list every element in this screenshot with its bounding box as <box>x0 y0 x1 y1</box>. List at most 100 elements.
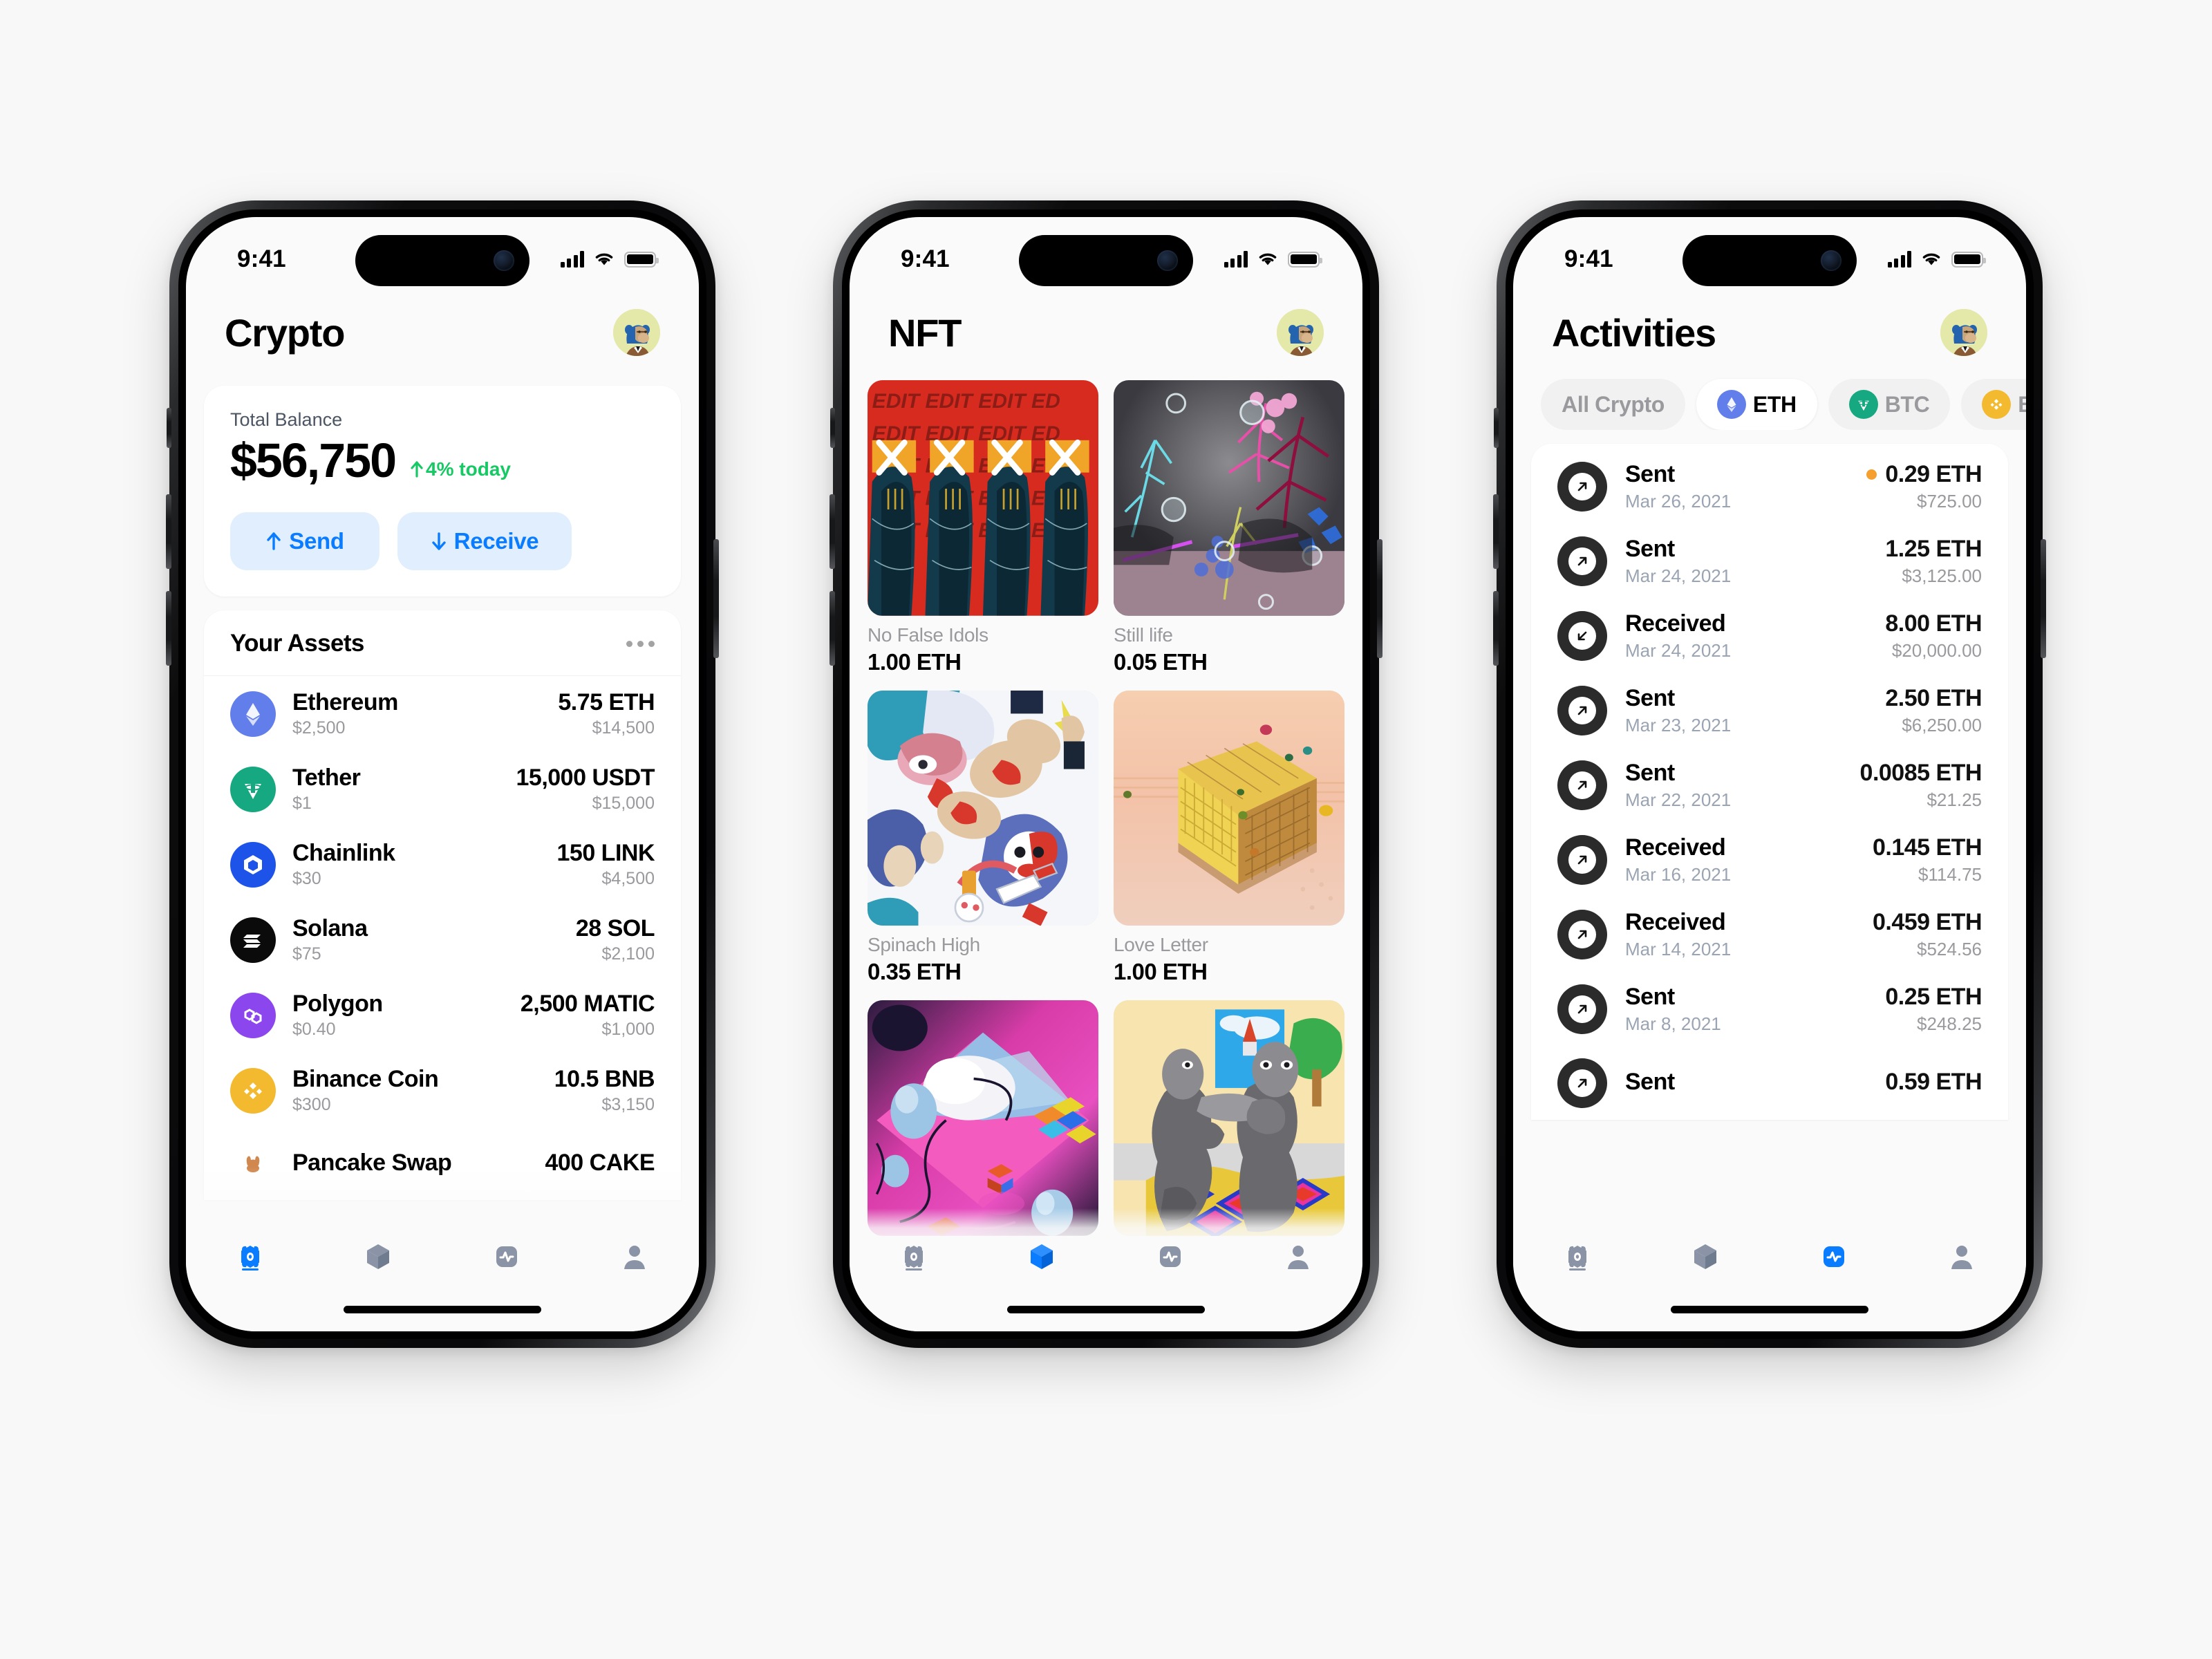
tab-nft[interactable] <box>978 1239 1107 1278</box>
filter-chip-label: BNB <box>2018 391 2026 417</box>
asset-name: Chainlink <box>292 840 395 866</box>
asset-price: $1 <box>292 794 312 813</box>
tab-profile[interactable] <box>1898 1239 2027 1278</box>
cube-nft-icon <box>1024 1239 1060 1278</box>
transaction-row[interactable]: Sent Mar 24, 2021 1.25 ETH $3,125.00 <box>1531 524 2008 599</box>
volume-down-button[interactable] <box>166 591 171 666</box>
transaction-row[interactable]: Received Mar 14, 2021 0.459 ETH $524.56 <box>1531 897 2008 972</box>
nft-price: 0.35 ETH <box>868 959 962 985</box>
filter-chip-bnb[interactable]: BNB <box>1961 379 2026 430</box>
nft-card[interactable]: EDIT EDIT EDIT EDEDIT EDIT EDIT EDEDIT E… <box>868 380 1098 675</box>
nft-title: Spinach High <box>868 934 980 956</box>
transaction-direction-icon <box>1557 611 1607 661</box>
avatar[interactable] <box>1940 309 1987 356</box>
phone-crypto: 9:41 Crypto Total Balance $56,750 4% tod… <box>166 200 719 1348</box>
asset-row[interactable]: Tether $1 15,000 USDT $15,000 <box>204 751 681 827</box>
nft-thumbnail[interactable] <box>868 690 1098 926</box>
home-indicator[interactable] <box>1007 1306 1205 1313</box>
more-horizontal-icon[interactable] <box>626 640 655 647</box>
asset-row[interactable]: Ethereum $2,500 5.75 ETH $14,500 <box>204 676 681 751</box>
transaction-date: Mar 14, 2021 <box>1625 939 1732 959</box>
power-button[interactable] <box>1377 539 1382 658</box>
send-button[interactable]: Send <box>230 512 379 570</box>
link-coin-icon <box>230 841 276 888</box>
filter-chip-all-crypto[interactable]: All Crypto <box>1541 379 1685 430</box>
power-button[interactable] <box>2041 539 2046 658</box>
nft-title: Still life <box>1114 624 1173 646</box>
nft-card[interactable]: Still life 0.05 ETH <box>1114 380 1344 675</box>
tab-activity[interactable] <box>442 1239 571 1278</box>
volume-up-button[interactable] <box>830 494 835 569</box>
wallet-crypto-icon <box>1559 1239 1595 1278</box>
filter-chip-label: BTC <box>1884 391 1930 417</box>
status-clock: 9:41 <box>901 245 950 272</box>
transaction-row[interactable]: Received Mar 16, 2021 0.145 ETH $114.75 <box>1531 823 2008 897</box>
transaction-list: Sent Mar 26, 2021 0.29 ETH $725.00 Sent Mar 2… <box>1531 449 2008 1120</box>
volume-up-button[interactable] <box>1493 494 1499 569</box>
transaction-row[interactable]: Sent Mar 23, 2021 2.50 ETH $6,250.00 <box>1531 673 2008 748</box>
tab-crypto[interactable] <box>186 1239 315 1278</box>
app-header: NFT <box>850 292 1362 369</box>
silent-switch[interactable] <box>830 408 835 448</box>
asset-row[interactable]: Solana $75 28 SOL $2,100 <box>204 902 681 977</box>
filter-chip-eth[interactable]: ETH <box>1696 379 1817 430</box>
asset-row[interactable]: Chainlink $30 150 LINK $4,500 <box>204 827 681 902</box>
avatar[interactable] <box>613 309 660 356</box>
nft-card[interactable]: Love Letter 1.00 ETH <box>1114 690 1344 986</box>
volume-up-button[interactable] <box>166 494 171 569</box>
asset-row[interactable]: Binance Coin $300 10.5 BNB $3,150 <box>204 1053 681 1128</box>
receive-button[interactable]: Receive <box>397 512 572 570</box>
power-button[interactable] <box>713 539 719 658</box>
nft-card[interactable]: Spinach High 0.35 ETH <box>868 690 1098 986</box>
volume-down-button[interactable] <box>830 591 835 666</box>
filter-chip-row[interactable]: All Crypto ETH BTC BNB <box>1513 369 2026 430</box>
tab-nft[interactable] <box>1642 1239 1770 1278</box>
filter-chip-label: ETH <box>1752 391 1797 417</box>
transaction-type: Sent <box>1625 760 1675 786</box>
home-indicator[interactable] <box>1671 1306 1868 1313</box>
tab-crypto[interactable] <box>1513 1239 1642 1278</box>
battery-icon <box>624 251 659 268</box>
tab-profile[interactable] <box>571 1239 700 1278</box>
transaction-usd: $3,125.00 <box>1902 565 1982 586</box>
arrow-down-icon <box>431 532 446 550</box>
tab-crypto[interactable] <box>850 1239 978 1278</box>
silent-switch[interactable] <box>167 408 171 448</box>
transaction-row[interactable]: Received Mar 24, 2021 8.00 ETH $20,000.00 <box>1531 599 2008 673</box>
cube-nft-icon <box>360 1239 396 1278</box>
filter-chip-btc[interactable]: BTC <box>1828 379 1951 430</box>
transaction-row[interactable]: Sent Mar 22, 2021 0.0085 ETH $21.25 <box>1531 748 2008 823</box>
avatar[interactable] <box>1277 309 1324 356</box>
status-bar: 9:41 <box>186 217 699 292</box>
tab-profile[interactable] <box>1235 1239 1363 1278</box>
asset-row[interactable]: Pancake Swap 400 CAKE <box>204 1128 681 1200</box>
balance-change: 4% today <box>409 458 511 485</box>
nft-thumbnail[interactable]: EDIT EDIT EDIT EDEDIT EDIT EDIT EDEDIT E… <box>868 380 1098 616</box>
transaction-row[interactable]: Sent Mar 8, 2021 0.25 ETH $248.25 <box>1531 972 2008 1047</box>
transaction-usd: $6,250.00 <box>1902 715 1982 735</box>
silent-switch[interactable] <box>1494 408 1499 448</box>
transaction-direction-icon <box>1557 536 1607 586</box>
transaction-amount-text: 2.50 ETH <box>1885 685 1982 711</box>
transaction-amount: 0.459 ETH <box>1873 909 1983 936</box>
transaction-date: Mar 24, 2021 <box>1625 565 1732 586</box>
tab-activity[interactable] <box>1770 1239 1898 1278</box>
nft-thumbnail[interactable] <box>1114 690 1344 926</box>
volume-down-button[interactable] <box>1493 591 1499 666</box>
home-indicator[interactable] <box>344 1306 541 1313</box>
transaction-row[interactable]: Sent Mar 26, 2021 0.29 ETH $725.00 <box>1531 449 2008 524</box>
asset-value: $4,500 <box>601 869 655 888</box>
nft-thumbnail[interactable] <box>868 1000 1098 1237</box>
transaction-row[interactable]: Sent 0.59 ETH <box>1531 1047 2008 1120</box>
activity-pulse-icon <box>489 1239 525 1278</box>
tab-nft[interactable] <box>315 1239 443 1278</box>
nft-thumbnail[interactable] <box>1114 1000 1344 1237</box>
transaction-amount-text: 0.25 ETH <box>1885 984 1982 1010</box>
sol-coin-icon <box>230 917 276 963</box>
balance-amount: $56,750 <box>230 433 397 487</box>
person-profile-icon <box>1944 1239 1980 1278</box>
nft-thumbnail[interactable] <box>1114 380 1344 616</box>
transaction-usd: $20,000.00 <box>1891 640 1982 661</box>
asset-row[interactable]: Polygon $0.40 2,500 MATIC $1,000 <box>204 977 681 1053</box>
tab-activity[interactable] <box>1106 1239 1235 1278</box>
